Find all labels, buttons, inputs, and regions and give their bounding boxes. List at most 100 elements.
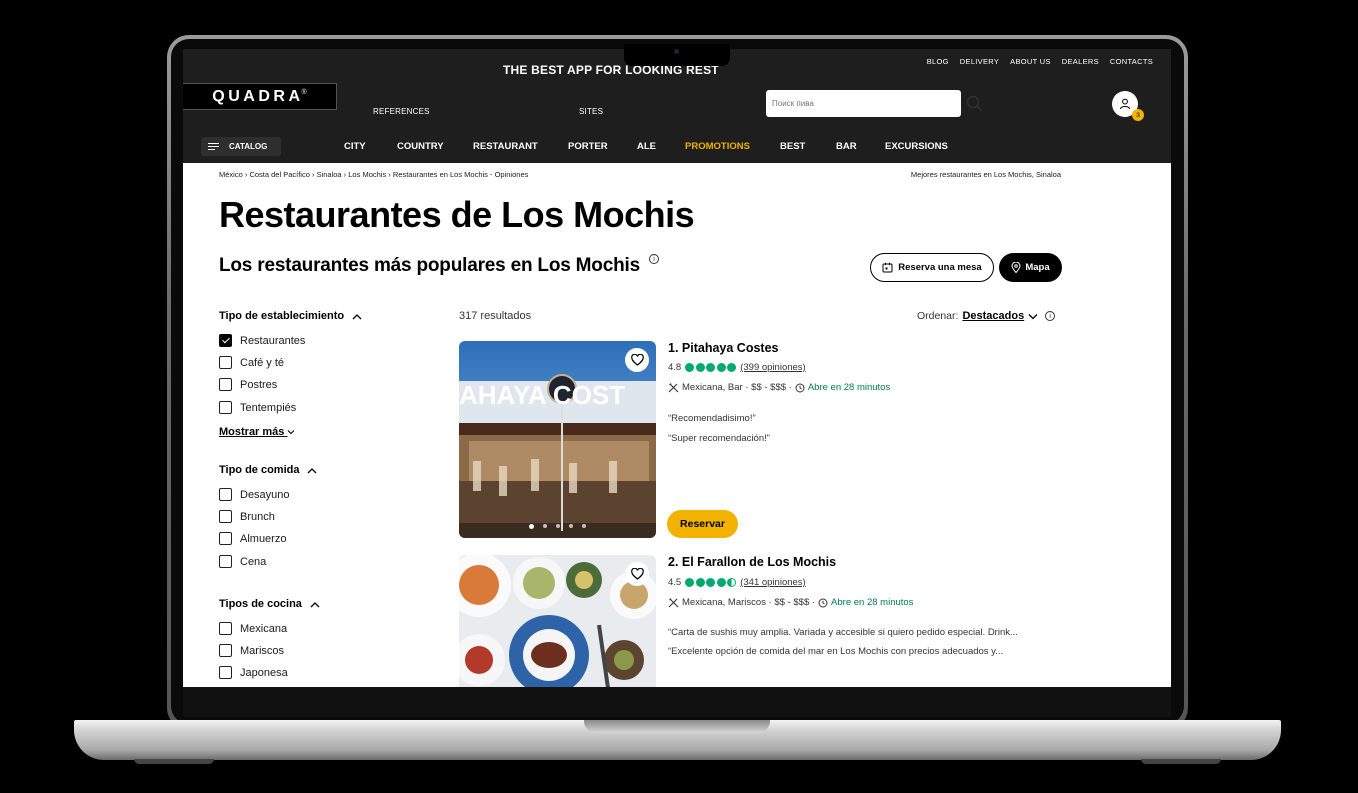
search-input[interactable] xyxy=(766,90,961,117)
nav-porter[interactable]: PORTER xyxy=(568,141,608,152)
checkbox[interactable] xyxy=(219,401,232,414)
search-icon[interactable] xyxy=(966,95,983,112)
cuisine-price: Mexicana, Mariscos · $$ - $$$ · xyxy=(682,597,816,608)
restaurant-photo[interactable] xyxy=(459,555,656,687)
filter-option-label: Café y té xyxy=(240,356,285,369)
results-count: 317 resultados xyxy=(459,310,532,322)
nav-city[interactable]: CITY xyxy=(344,141,366,152)
nav-excursions[interactable]: EXCURSIONS xyxy=(885,141,948,152)
photo-carousel-dots[interactable] xyxy=(459,524,656,529)
filter-option-label: Mexicana xyxy=(240,622,288,635)
breadcrumb-item[interactable]: México xyxy=(219,170,243,179)
filter-option[interactable]: Postres xyxy=(219,378,277,391)
sort-control[interactable]: Ordenar: Destacados i xyxy=(917,310,1056,322)
nav-country[interactable]: COUNTRY xyxy=(397,141,444,152)
site-logo[interactable]: QUADRA ® xyxy=(183,83,337,110)
restaurant-title[interactable]: 2. El Farallon de Los Mochis xyxy=(668,555,836,569)
nav-restaurant[interactable]: RESTAURANT xyxy=(473,141,538,152)
camera-notch xyxy=(624,44,730,66)
filter-option-label: Cena xyxy=(240,555,267,568)
reviews-link[interactable]: (341 opiniones) xyxy=(740,577,806,588)
filter-option[interactable]: Café y té xyxy=(219,356,284,369)
cuisine-price: Mexicana, Bar · $$ - $$$ · xyxy=(682,382,792,393)
breadcrumb-item[interactable]: Costa del Pacífico xyxy=(249,170,309,179)
show-more-label: Mostrar más xyxy=(219,426,285,438)
filter-option[interactable]: Brunch xyxy=(219,510,275,523)
checkbox[interactable] xyxy=(219,532,232,545)
filter-cuisine-header[interactable]: Tipos de cocina xyxy=(219,598,320,610)
filter-option[interactable]: Cena xyxy=(219,555,266,568)
rating-value: 4.8 xyxy=(668,362,682,373)
filter-option[interactable]: Japonesa xyxy=(219,666,288,679)
restaurant-photo[interactable]: AHAYA COST xyxy=(459,341,656,538)
filter-meal-header[interactable]: Tipo de comida xyxy=(219,464,317,476)
top-link-contacts[interactable]: CONTACTS xyxy=(1110,57,1153,66)
breadcrumb-item[interactable]: Sinaloa xyxy=(317,170,342,179)
checkbox[interactable] xyxy=(219,555,232,568)
nav-references[interactable]: REFERENCES xyxy=(373,107,430,116)
page-title: Restaurantes de Los Mochis xyxy=(219,194,695,235)
filter-option-label: Brunch xyxy=(240,510,275,523)
open-status: Abre en 28 minutos xyxy=(831,597,914,608)
breadcrumb-item[interactable]: Los Mochis xyxy=(348,170,386,179)
nav-sites[interactable]: SITES xyxy=(579,107,603,116)
utensils-icon xyxy=(668,598,679,608)
checkbox[interactable] xyxy=(219,356,232,369)
screen: THE BEST APP FOR LOOKING REST BLOG DELIV… xyxy=(183,49,1171,687)
review-snippet[interactable]: “Excelente opción de comida del mar en L… xyxy=(668,646,1066,657)
checkbox[interactable] xyxy=(219,488,232,501)
chevron-down-icon xyxy=(1028,313,1038,319)
catalog-button[interactable]: CATALOG xyxy=(201,137,281,156)
filter-option-label: Japonesa xyxy=(240,666,288,679)
restaurant-meta: Mexicana, Bar · $$ - $$$ · Abre en 28 mi… xyxy=(668,382,890,393)
info-icon[interactable]: i xyxy=(649,254,659,264)
top-link-delivery[interactable]: DELIVERY xyxy=(960,57,999,66)
filter-option[interactable]: Desayuno xyxy=(219,488,290,501)
filter-option[interactable]: Mariscos xyxy=(219,644,284,657)
catalog-label: CATALOG xyxy=(229,142,268,151)
nav-best[interactable]: BEST xyxy=(780,141,805,152)
chevron-up-icon xyxy=(308,467,317,473)
filter-option[interactable]: Restaurantes xyxy=(219,334,305,347)
filter-option[interactable]: Mexicana xyxy=(219,622,287,635)
filter-title: Tipo de establecimiento xyxy=(219,310,345,322)
user-icon xyxy=(1120,98,1130,110)
checkbox-checked[interactable] xyxy=(219,334,232,347)
laptop-groove xyxy=(584,720,770,733)
checkbox[interactable] xyxy=(219,622,232,635)
restaurant-title[interactable]: 1. Pitahaya Costes xyxy=(668,341,778,355)
filter-option-label: Postres xyxy=(240,378,278,391)
checkbox[interactable] xyxy=(219,644,232,657)
show-more-link[interactable]: Mostrar más xyxy=(219,426,295,438)
review-snippet[interactable]: “Carta de sushis muy amplia. Variada y a… xyxy=(668,627,1066,638)
filter-establishment-header[interactable]: Tipo de establecimiento xyxy=(219,310,362,322)
nav-ale[interactable]: ALE xyxy=(637,141,656,152)
map-button[interactable]: Mapa xyxy=(999,253,1062,282)
book-button[interactable]: Reservar xyxy=(667,510,738,538)
filter-title: Tipo de comida xyxy=(219,464,300,476)
map-label: Mapa xyxy=(1025,262,1050,273)
review-snippet[interactable]: “Super recomendación!” xyxy=(668,433,1066,444)
save-favorite-button[interactable] xyxy=(625,562,649,586)
review-snippet[interactable]: “Recomendadisimo!” xyxy=(668,413,1066,424)
reserve-table-button[interactable]: Reserva una mesa xyxy=(870,253,994,282)
filter-title: Tipos de cocina xyxy=(219,598,302,610)
nav-bar[interactable]: BAR xyxy=(836,141,857,152)
clock-icon xyxy=(795,383,805,392)
top-link-blog[interactable]: BLOG xyxy=(927,57,949,66)
top-link-dealers[interactable]: DEALERS xyxy=(1062,57,1099,66)
sort-value[interactable]: Destacados xyxy=(962,310,1024,322)
top-link-about[interactable]: ABOUT US xyxy=(1010,57,1051,66)
reviews-link[interactable]: (399 opiniones) xyxy=(740,362,806,373)
checkbox[interactable] xyxy=(219,378,232,391)
rating-bubbles-icon xyxy=(685,363,737,372)
info-icon[interactable]: i xyxy=(1045,311,1056,321)
logo-text: QUADRA xyxy=(212,87,304,105)
nav-promotions[interactable]: PROMOTIONS xyxy=(685,141,750,152)
filter-option[interactable]: Almuerzo xyxy=(219,532,286,545)
save-favorite-button[interactable] xyxy=(625,348,649,372)
filter-option[interactable]: Tentempiés xyxy=(219,401,296,414)
checkbox[interactable] xyxy=(219,510,232,523)
search-box xyxy=(766,90,961,117)
checkbox[interactable] xyxy=(219,666,232,679)
